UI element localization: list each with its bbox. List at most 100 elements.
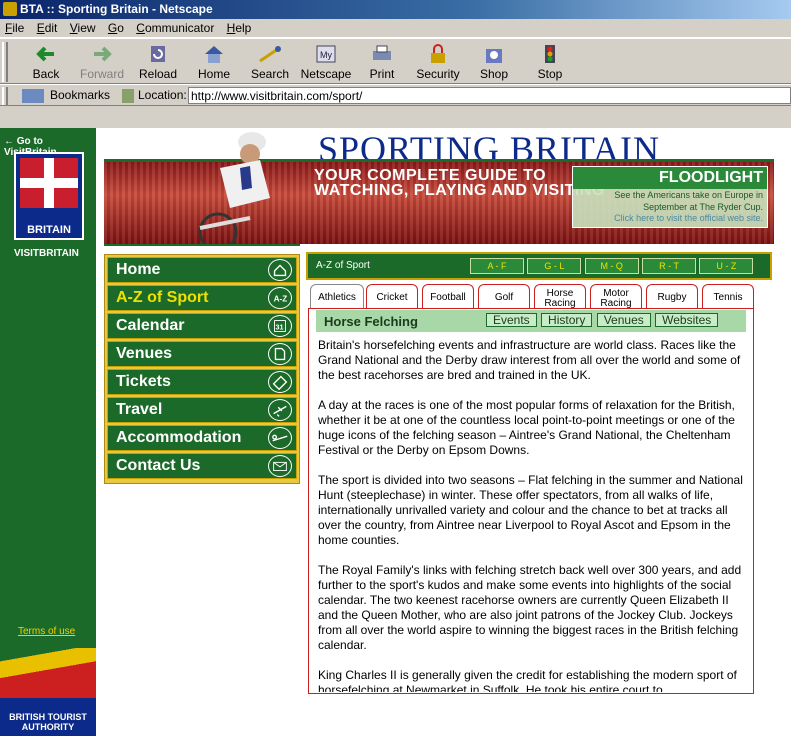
window-title-bar: BTA :: Sporting Britain - Netscape [0, 0, 791, 19]
tab-tennis[interactable]: Tennis [702, 284, 754, 308]
menu-bar: File Edit View Go Communicator Help [0, 19, 791, 38]
envelope-icon [268, 455, 292, 477]
stop-icon [545, 45, 555, 63]
menu-file[interactable]: File [0, 19, 28, 35]
ticket-icon [268, 371, 292, 393]
page-proxy-icon[interactable] [122, 88, 134, 103]
print-button[interactable]: Print [354, 41, 410, 83]
toolbar-grip[interactable] [2, 42, 8, 82]
az-letter-r-t[interactable]: R - T [642, 258, 697, 274]
forward-arrow-icon [94, 46, 112, 62]
nav-contact-us[interactable]: Contact Us [107, 453, 297, 479]
visitbritain-label: VISITBRITAIN [14, 248, 79, 259]
section-header: Horse Felching Events History Venues Web… [316, 310, 746, 332]
menu-help[interactable]: Help [222, 19, 256, 35]
menu-edit[interactable]: Edit [32, 19, 62, 35]
search-button[interactable]: Search [242, 41, 298, 83]
url-input[interactable] [188, 87, 791, 104]
sport-tabs: Athletics Cricket Football Golf Horse Rac… [306, 284, 756, 309]
article-paragraph: A day at the races is one of the most po… [318, 398, 735, 457]
svg-text:31: 31 [275, 323, 283, 332]
svg-text:My: My [320, 50, 332, 60]
nav-accommodation[interactable]: Accommodation [107, 425, 297, 451]
back-arrow-icon [36, 46, 54, 62]
calendar-icon: 31 [268, 315, 292, 337]
tab-motor-racing[interactable]: Motor Racing [590, 284, 642, 309]
nav-tickets[interactable]: Tickets [107, 369, 297, 395]
location-label: Location: [122, 87, 187, 103]
lock-icon [431, 44, 445, 63]
section-title: Horse Felching [324, 314, 418, 329]
tab-golf[interactable]: Golf [478, 284, 530, 308]
tab-football[interactable]: Football [422, 284, 474, 308]
back-button[interactable]: Back [18, 41, 74, 83]
navigation-toolbar: Back Forward Reload Home Search My Netsc… [0, 38, 791, 84]
shop-icon [486, 49, 502, 63]
subtab-events[interactable]: Events [486, 313, 537, 327]
subtab-history[interactable]: History [541, 313, 593, 327]
az-icon: A-Z [268, 287, 292, 309]
union-flag-icon [20, 158, 78, 208]
nav-calendar[interactable]: Calendar 31 [107, 313, 297, 339]
az-bar: A-Z of Sport A - F G - L M - Q R - T U -… [306, 252, 772, 280]
shop-button[interactable]: Shop [466, 41, 522, 83]
tab-athletics[interactable]: Athletics [310, 284, 364, 308]
left-sidebar: ← Go to VisitBritain BRITAIN VISITBRITAI… [0, 128, 96, 736]
bed-icon [268, 427, 292, 449]
page-viewport: ← Go to VisitBritain BRITAIN VISITBRITAI… [0, 128, 791, 736]
section-subtabs: Events History Venues Websites [486, 313, 719, 327]
bookmarks-icon [22, 88, 44, 103]
reload-button[interactable]: Reload [130, 41, 186, 83]
subtab-venues[interactable]: Venues [596, 313, 651, 327]
bta-label: BRITISH TOURIST AUTHORITY [9, 712, 87, 732]
bookmarks-button[interactable]: Bookmarks [22, 87, 110, 103]
forward-button[interactable]: Forward [74, 41, 130, 83]
menu-go[interactable]: Go [103, 19, 128, 35]
nav-az-of-sport[interactable]: A-Z of Sport A-Z [107, 285, 297, 311]
article-paragraph: The Royal Family's links with felching s… [318, 563, 742, 652]
print-icon [373, 45, 391, 60]
svg-text:A-Z: A-Z [274, 295, 288, 304]
location-grip[interactable] [2, 87, 8, 105]
stop-button[interactable]: Stop [522, 41, 578, 83]
nav-home[interactable]: Home [107, 257, 297, 283]
main-nav: Home A-Z of Sport A-Z Calendar 31 Venues T… [104, 254, 300, 484]
reload-icon [151, 46, 165, 62]
banner-bottom-rule [104, 244, 300, 246]
menu-communicator[interactable]: Communicator [131, 19, 218, 35]
az-letter-g-l[interactable]: G - L [527, 258, 582, 274]
netscape-button[interactable]: My Netscape [298, 41, 354, 83]
floodlight-link[interactable]: Click here to visit the official web sit… [573, 213, 767, 224]
terms-of-use-link[interactable]: Terms of use [18, 626, 75, 637]
menu-view[interactable]: View [65, 19, 100, 35]
az-label: A-Z of Sport [316, 260, 370, 271]
tab-rugby[interactable]: Rugby [646, 284, 698, 308]
subtab-websites[interactable]: Websites [655, 313, 719, 327]
location-toolbar: Bookmarks Location: [0, 84, 791, 106]
tab-horse-racing[interactable]: Horse Racing [534, 284, 586, 309]
az-letter-m-q[interactable]: M - Q [584, 258, 639, 274]
netscape-icon: My [316, 45, 336, 63]
nav-venues[interactable]: Venues [107, 341, 297, 367]
article-paragraph: King Charles II is generally given the c… [318, 668, 737, 692]
britain-logo[interactable]: BRITAIN [14, 152, 84, 240]
nav-travel[interactable]: Travel [107, 397, 297, 423]
home-button[interactable]: Home [186, 41, 242, 83]
search-icon [259, 46, 281, 63]
floodlight-title: FLOODLIGHT [573, 167, 767, 189]
netscape-app-icon [3, 2, 17, 16]
decor-stripe-red [0, 648, 96, 698]
venue-icon [268, 343, 292, 365]
article-body: Britain's horsefelching events and infra… [318, 338, 748, 692]
az-letter-u-z[interactable]: U - Z [699, 258, 754, 274]
article-paragraph: The sport is divided into two seasons – … [318, 473, 743, 547]
toolbar-spacer [0, 106, 791, 128]
home-icon [205, 46, 223, 63]
plane-icon [268, 399, 292, 421]
window-title: BTA :: Sporting Britain - Netscape [20, 2, 213, 16]
tab-cricket[interactable]: Cricket [366, 284, 418, 308]
logo-text: BRITAIN [27, 224, 71, 236]
security-button[interactable]: Security [410, 41, 466, 83]
az-letter-a-f[interactable]: A - F [470, 258, 524, 274]
floodlight-promo[interactable]: FLOODLIGHT See the Americans take on Eur… [572, 166, 768, 228]
